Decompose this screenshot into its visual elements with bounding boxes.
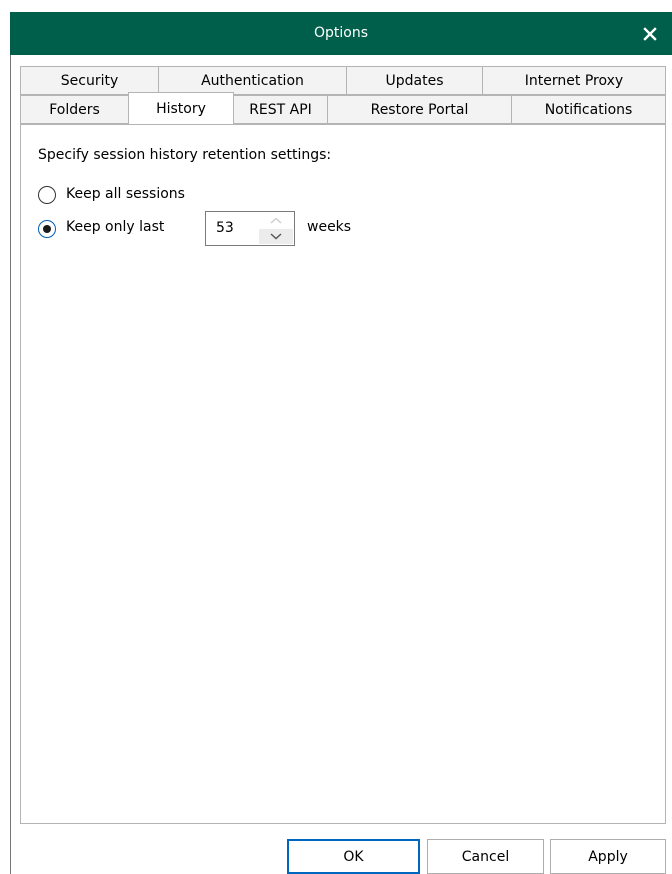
keep-only-last-radio[interactable]	[38, 220, 56, 238]
tab-security[interactable]: Security	[20, 66, 159, 95]
chevron-up-icon	[270, 217, 282, 224]
tab-folders[interactable]: Folders	[20, 95, 129, 124]
ok-button[interactable]: OK	[287, 839, 420, 874]
weeks-stepper[interactable]: 53	[205, 211, 295, 246]
tab-authentication[interactable]: Authentication	[158, 66, 347, 95]
tab-label: Notifications	[544, 101, 633, 118]
keep-all-label[interactable]: Keep all sessions	[66, 186, 185, 202]
tab-label: Folders	[49, 101, 100, 118]
tab-internet-proxy[interactable]: Internet Proxy	[482, 66, 666, 95]
chevron-down-icon	[270, 233, 282, 240]
tab-history[interactable]: History	[128, 92, 234, 124]
apply-button[interactable]: Apply	[550, 839, 666, 874]
close-button[interactable]	[632, 16, 668, 51]
tab-notifications[interactable]: Notifications	[511, 95, 666, 124]
tab-restore-portal[interactable]: Restore Portal	[327, 95, 512, 124]
keep-only-last-label[interactable]: Keep only last	[66, 219, 164, 235]
radio-selected-dot	[43, 225, 51, 233]
tab-label: REST API	[249, 101, 312, 118]
cancel-button[interactable]: Cancel	[427, 839, 544, 874]
tab-updates[interactable]: Updates	[346, 66, 483, 95]
window-title: Options	[313, 25, 369, 41]
tab-label: Security	[60, 72, 119, 89]
weeks-value[interactable]: 53	[216, 220, 234, 236]
tab-label: Restore Portal	[370, 101, 469, 118]
tab-label: Authentication	[201, 72, 304, 89]
tab-label: History	[156, 100, 206, 117]
increment-button[interactable]	[259, 213, 293, 228]
title-bar: Options	[10, 12, 672, 55]
tab-label: Updates	[385, 72, 444, 89]
decrement-button[interactable]	[259, 229, 293, 244]
tab-label: Internet Proxy	[524, 72, 624, 89]
weeks-unit-label: weeks	[307, 219, 352, 235]
close-icon	[643, 26, 657, 41]
tab-rest-api[interactable]: REST API	[233, 95, 328, 124]
retention-heading: Specify session history retention settin…	[38, 147, 332, 163]
window-border	[10, 55, 11, 874]
keep-all-radio[interactable]	[38, 186, 56, 204]
